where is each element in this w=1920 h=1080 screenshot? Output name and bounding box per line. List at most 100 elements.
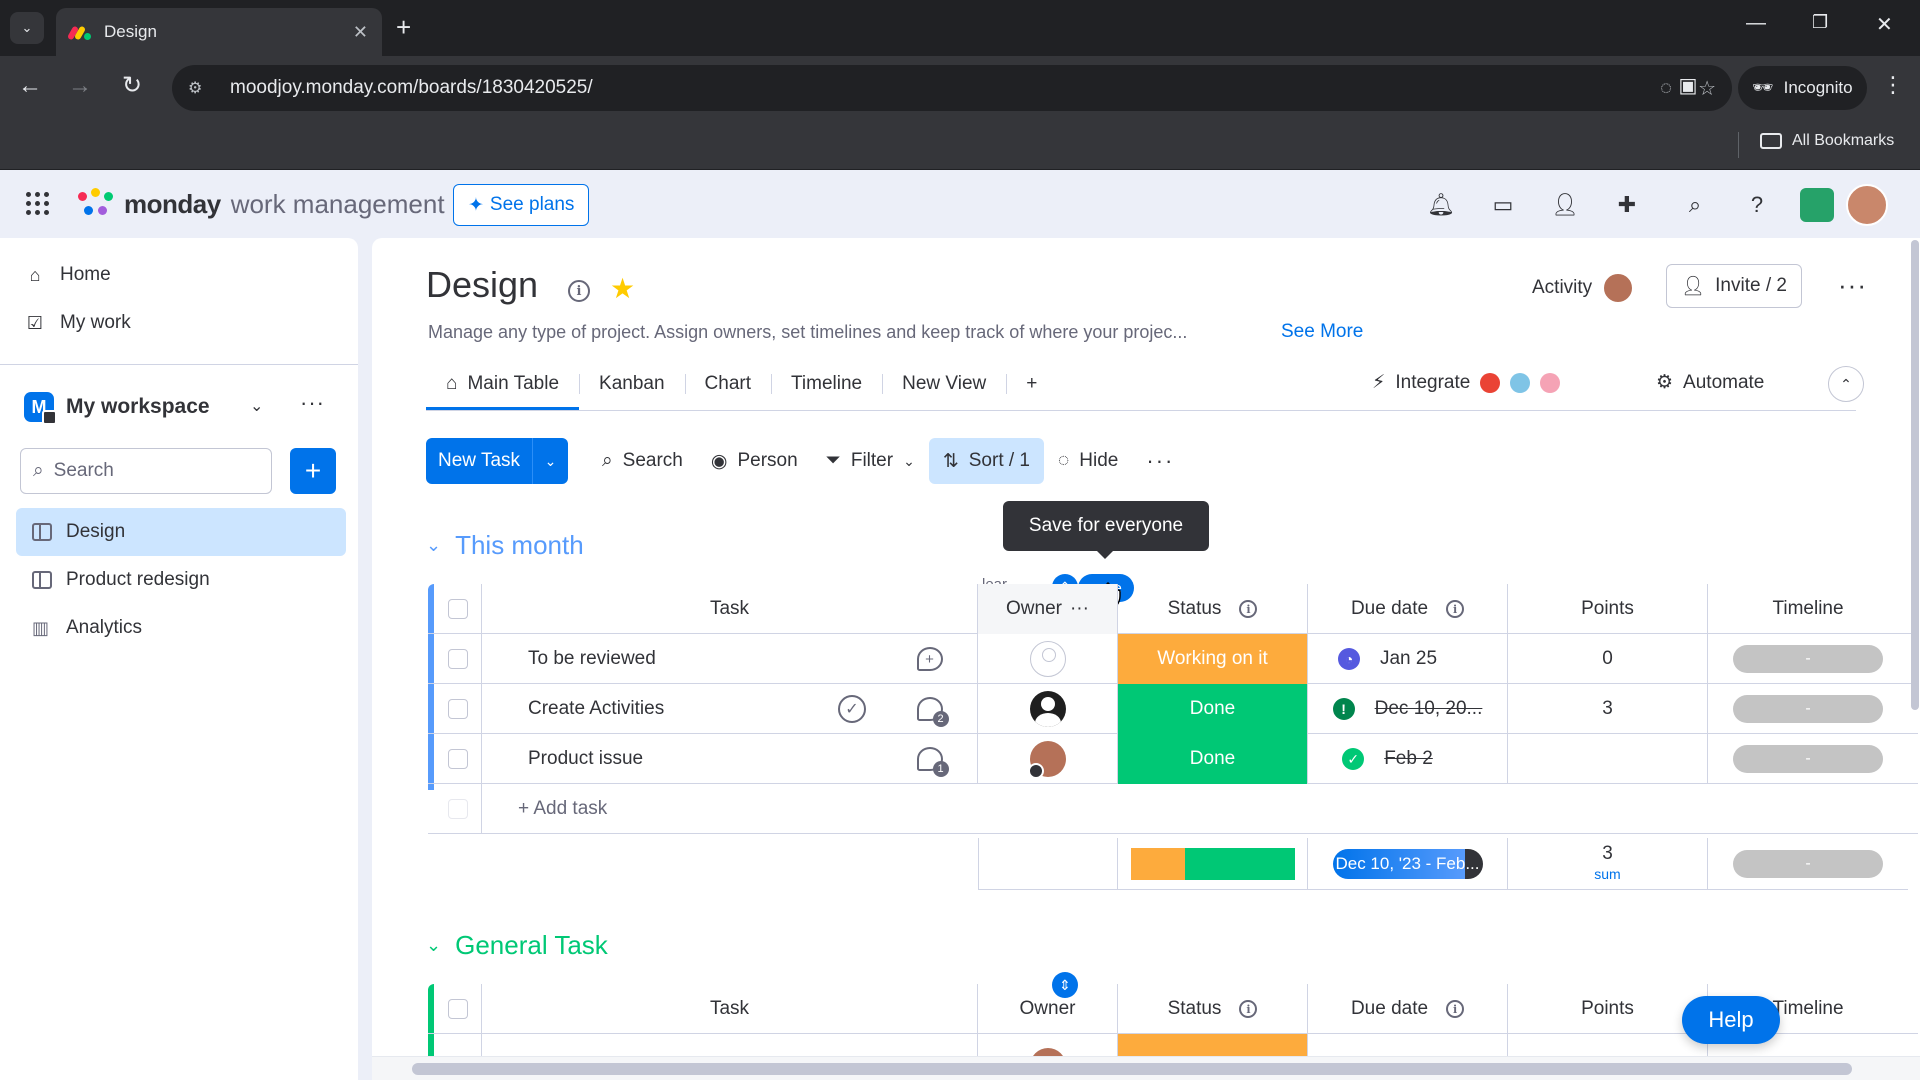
workspace-more-icon[interactable]: ··· bbox=[300, 390, 325, 416]
sidebar-item-home[interactable]: ⌂ Home bbox=[24, 264, 111, 286]
add-task-input[interactable]: + Add task bbox=[482, 784, 1908, 834]
app-switcher-icon[interactable] bbox=[26, 192, 50, 216]
user-avatar[interactable] bbox=[1846, 184, 1888, 226]
incognito-indicator[interactable]: 🕶 Incognito bbox=[1738, 66, 1867, 110]
column-info-icon[interactable]: i bbox=[1446, 600, 1465, 618]
subitem-check-button[interactable]: ✓ bbox=[822, 684, 882, 734]
notifications-bell-icon[interactable]: 🔔︎ bbox=[1426, 190, 1456, 220]
table-row[interactable]: Create Activities ✓ 2 Done ! Dec 10, 20.… bbox=[428, 684, 1918, 734]
sidebar-board-analytics[interactable]: ▥ Analytics bbox=[16, 604, 346, 652]
column-more-icon[interactable]: ··· bbox=[1070, 598, 1089, 620]
column-header-timeline[interactable]: Timeline bbox=[1708, 584, 1908, 634]
owner-cell[interactable] bbox=[978, 684, 1118, 734]
group-header-general-task[interactable]: ⌄ General Task bbox=[426, 930, 608, 961]
updates-button[interactable]: 1 bbox=[882, 734, 978, 784]
monday-logo[interactable]: monday work management bbox=[78, 188, 445, 220]
points-summary[interactable]: 3 sum bbox=[1508, 838, 1708, 890]
automate-button[interactable]: ⚙ Automate bbox=[1656, 371, 1764, 394]
select-all-checkbox[interactable] bbox=[434, 584, 482, 634]
column-header-task[interactable]: Task bbox=[482, 584, 978, 634]
points-cell[interactable] bbox=[1508, 734, 1708, 784]
points-cell[interactable]: 3 bbox=[1508, 684, 1708, 734]
chevron-down-icon[interactable]: ⌄ bbox=[532, 438, 568, 484]
close-window-icon[interactable]: ✕ bbox=[1876, 12, 1893, 37]
sort-button[interactable]: ⇅ Sort / 1 bbox=[928, 438, 1044, 484]
close-tab-icon[interactable]: ✕ bbox=[353, 22, 368, 43]
table-row[interactable]: Product issue 1 Done ✓ Feb 2 - bbox=[428, 734, 1918, 784]
workspace-app-icon[interactable] bbox=[1800, 188, 1834, 222]
favorite-star-icon[interactable]: ★ bbox=[610, 272, 635, 305]
task-name[interactable]: Product issue bbox=[482, 734, 882, 784]
invite-members-icon[interactable]: 👤︎ bbox=[1550, 190, 1580, 220]
invite-button[interactable]: 👤︎ Invite / 2 bbox=[1666, 264, 1802, 308]
add-update-button[interactable]: + bbox=[882, 634, 978, 684]
inbox-icon[interactable]: ▭ bbox=[1488, 190, 1518, 220]
side-panel-icon[interactable]: ▣ bbox=[1672, 70, 1704, 102]
timeline-summary[interactable]: - bbox=[1708, 838, 1908, 890]
help-button[interactable]: Help bbox=[1682, 996, 1780, 1044]
column-header-status[interactable]: Status i bbox=[1118, 584, 1308, 634]
tab-main-table[interactable]: ⌂ Main Table bbox=[426, 358, 580, 410]
browser-menu-icon[interactable]: ⋮ bbox=[1882, 72, 1904, 98]
due-date-cell[interactable]: ✓ Feb 2 bbox=[1308, 734, 1508, 784]
updates-button[interactable]: 2 bbox=[882, 684, 978, 734]
minimize-icon[interactable]: — bbox=[1746, 12, 1766, 35]
points-cell[interactable]: 0 bbox=[1508, 634, 1708, 684]
sidebar-search-input[interactable]: ⌕ Search bbox=[20, 448, 272, 494]
timeline-cell[interactable]: - bbox=[1708, 734, 1908, 784]
chevron-down-icon[interactable]: ⌄ bbox=[426, 535, 441, 556]
owner-cell[interactable] bbox=[978, 734, 1118, 784]
horizontal-scrollbar[interactable] bbox=[372, 1056, 1920, 1080]
browser-tab[interactable]: Design ✕ bbox=[56, 8, 382, 56]
column-info-icon[interactable]: i bbox=[1239, 600, 1258, 618]
tab-chart[interactable]: Chart bbox=[684, 358, 771, 410]
address-bar[interactable]: ⚙ moodjoy.monday.com/boards/1830420525/ … bbox=[172, 65, 1732, 111]
person-filter-button[interactable]: ◉ Person bbox=[697, 438, 812, 484]
table-row[interactable]: To be reviewed + Working on it ◔ Jan 25 … bbox=[428, 634, 1918, 684]
collapse-header-icon[interactable]: ⌃ bbox=[1828, 366, 1864, 402]
eye-off-icon[interactable]: ◌ bbox=[1660, 77, 1672, 100]
column-header-points[interactable]: Points bbox=[1508, 584, 1708, 634]
column-header-status[interactable]: Status i bbox=[1118, 984, 1308, 1034]
integrate-button[interactable]: ⚡︎ Integrate bbox=[1372, 371, 1561, 394]
select-all-checkbox[interactable] bbox=[434, 984, 482, 1034]
group-title[interactable]: This month bbox=[455, 530, 584, 561]
add-board-button[interactable]: + bbox=[290, 448, 336, 494]
task-name[interactable]: To be reviewed bbox=[482, 634, 882, 684]
column-header-points[interactable]: Points bbox=[1508, 984, 1708, 1034]
tab-search-chevron-icon[interactable]: ⌄ bbox=[10, 12, 44, 44]
status-cell[interactable]: Done bbox=[1118, 734, 1308, 784]
scrollbar-thumb[interactable] bbox=[412, 1063, 1852, 1075]
sidebar-board-product-redesign[interactable]: Product redesign bbox=[16, 556, 346, 604]
see-plans-button[interactable]: ✦ See plans bbox=[453, 184, 590, 226]
column-header-owner[interactable]: Owner bbox=[978, 984, 1118, 1034]
help-icon[interactable]: ? bbox=[1742, 190, 1772, 220]
more-actions-icon[interactable]: ··· bbox=[1132, 438, 1188, 484]
search-icon[interactable]: ⌕ bbox=[1680, 190, 1710, 220]
sidebar-board-design[interactable]: Design bbox=[16, 508, 346, 556]
all-bookmarks-button[interactable]: All Bookmarks bbox=[1760, 132, 1894, 150]
column-header-due-date[interactable]: Due date i bbox=[1308, 984, 1508, 1034]
add-view-button[interactable]: + bbox=[1006, 358, 1057, 410]
row-checkbox[interactable] bbox=[434, 684, 482, 734]
status-cell[interactable]: Done bbox=[1118, 684, 1308, 734]
filter-button[interactable]: ⏷ Filter ⌄ bbox=[812, 438, 929, 484]
chevron-down-icon[interactable]: ⌄ bbox=[903, 453, 915, 470]
restore-icon[interactable]: ❐ bbox=[1812, 12, 1828, 33]
group-header-this-month[interactable]: ⌄ This month bbox=[426, 530, 584, 561]
column-header-task[interactable]: Task bbox=[482, 984, 978, 1034]
workspace-selector[interactable]: M My workspace bbox=[24, 392, 210, 425]
status-cell[interactable]: Working on it bbox=[1118, 634, 1308, 684]
apps-marketplace-icon[interactable]: ✚ bbox=[1612, 190, 1642, 220]
due-date-cell[interactable]: ! Dec 10, 20... bbox=[1308, 684, 1508, 734]
row-checkbox[interactable] bbox=[434, 734, 482, 784]
new-task-button[interactable]: New Task ⌄ bbox=[426, 438, 569, 484]
tab-kanban[interactable]: Kanban bbox=[579, 358, 685, 410]
board-title[interactable]: Design bbox=[426, 264, 538, 306]
sidebar-item-my-work[interactable]: ☑ My work bbox=[24, 312, 131, 334]
activity-button[interactable]: Activity bbox=[1532, 272, 1635, 304]
forward-icon[interactable]: → bbox=[64, 70, 96, 102]
back-icon[interactable]: ← bbox=[14, 70, 46, 102]
scrollbar-thumb[interactable] bbox=[1911, 240, 1919, 710]
chevron-down-icon[interactable]: ⌄ bbox=[250, 396, 263, 416]
